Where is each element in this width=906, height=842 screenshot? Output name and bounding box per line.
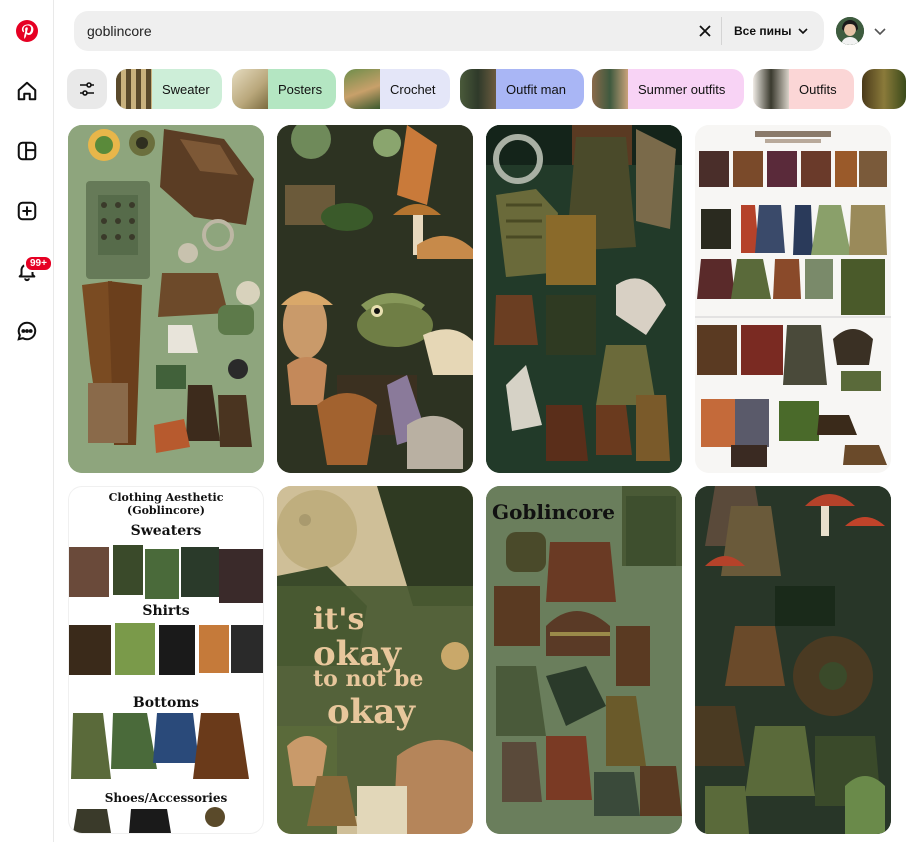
chip-label: Sweater (162, 81, 210, 97)
chip-crochet[interactable]: Crochet (344, 69, 450, 109)
messages-icon[interactable] (7, 311, 47, 351)
goblincore-title: Goblincore (492, 500, 615, 524)
chip-outfits[interactable]: Outfits (753, 69, 854, 109)
account-chevron-down-icon[interactable] (873, 24, 887, 38)
pin-frogs-mushrooms[interactable] (277, 125, 473, 473)
search-scope-label: Все пины (734, 24, 792, 38)
quote-line-1: it's (313, 602, 365, 637)
chip-thumbnail (344, 69, 380, 109)
search-bar: Все пины (74, 11, 824, 51)
search-input[interactable] (87, 11, 687, 51)
user-avatar[interactable] (836, 17, 864, 45)
chip-sweater[interactable]: Sweater (116, 69, 222, 109)
pin-capsule-wardrobe[interactable] (695, 125, 891, 473)
chip-label: Outfits (799, 81, 837, 97)
quote-line-4: okay (327, 692, 416, 732)
pin-image (695, 486, 891, 834)
pin-image (277, 125, 473, 473)
quote-line-3: to not be (313, 666, 424, 692)
pin-mushroom-collage[interactable] (695, 486, 891, 834)
chip-label: Outfit man (506, 81, 566, 97)
chip-outfit-man[interactable]: Outfit man (460, 69, 584, 109)
create-icon[interactable] (7, 191, 47, 231)
clear-search-icon[interactable] (695, 21, 715, 41)
pin-image (695, 125, 891, 473)
pinterest-logo-icon[interactable] (7, 11, 47, 51)
boards-icon[interactable] (7, 131, 47, 171)
chip-label: Summer outfits (638, 81, 726, 97)
chevron-down-icon (798, 28, 809, 35)
pin-image (486, 486, 682, 834)
search-scope-dropdown[interactable]: Все пины (734, 11, 809, 51)
sliders-icon (80, 82, 94, 96)
pin-goblincore-flatlay[interactable] (68, 125, 264, 473)
chip-thumbnail (116, 69, 152, 109)
chip-thumbnail (753, 69, 789, 109)
chip-thumbnail (460, 69, 496, 109)
filters-button[interactable] (67, 69, 107, 109)
chip-label: Crochet (390, 81, 436, 97)
pin-goblincore-outfits[interactable]: Goblincore (486, 486, 682, 834)
left-sidebar: 99+ (0, 0, 54, 842)
chip-thumbnail (592, 69, 628, 109)
chip-summer-outfits[interactable]: Summer outfits (592, 69, 744, 109)
pin-clothing-aesthetic[interactable]: Clothing Aesthetic (Goblincore) Sweaters… (68, 486, 264, 834)
notifications-badge: 99+ (24, 255, 53, 272)
chip-thumbnail (862, 69, 906, 109)
pin-image (68, 125, 264, 473)
notifications-bell-icon[interactable]: 99+ (7, 251, 53, 291)
chip-label: Posters (278, 81, 323, 97)
search-divider (721, 17, 722, 45)
pin-image (486, 125, 682, 473)
chip-posters[interactable]: Posters (232, 69, 336, 109)
home-icon[interactable] (7, 71, 47, 111)
chip-thumbnail (232, 69, 268, 109)
pin-image (69, 545, 263, 833)
pin-forest-outfit[interactable] (486, 125, 682, 473)
pin-its-okay[interactable]: it's okay to not be okay (277, 486, 473, 834)
chip-more[interactable] (862, 69, 906, 109)
